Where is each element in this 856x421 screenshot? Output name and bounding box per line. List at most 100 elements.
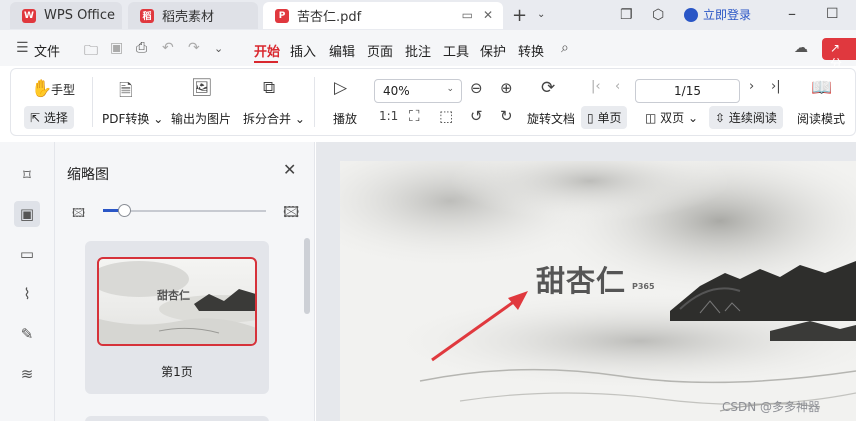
double-page-button[interactable]: ◫ 双页 ⌄ (645, 109, 698, 126)
wps-logo-icon: W (22, 8, 36, 23)
tab-wps-office[interactable]: W WPS Office (10, 2, 122, 29)
thumbnail-page-2[interactable] (85, 416, 269, 421)
menu-tools[interactable]: 工具 (443, 41, 469, 60)
menu-convert[interactable]: 转换 (518, 41, 544, 60)
print-icon[interactable]: ⎙ (136, 40, 147, 56)
share-button[interactable]: ↗ 分 (822, 38, 856, 71)
export-image-button[interactable]: 输出为图片 (171, 110, 231, 127)
actual-size-icon[interactable]: 1:1 (379, 109, 398, 123)
document-viewer: 甜杏仁 P365 (316, 142, 856, 421)
left-sidebar: ⌑ ▣ ▭ ⌇ ✎ ≋ (0, 142, 55, 421)
split-merge-button[interactable]: 拆分合并 ⌄ (243, 110, 305, 127)
panel-title: 缩略图 (67, 167, 109, 183)
docer-logo-icon: 稻 (140, 8, 154, 23)
tab-pdf-document[interactable]: P 苦杏仁.pdf ▭ ✕ (263, 2, 503, 29)
pdf-convert-icon: 🗎 (119, 81, 133, 101)
save-icon[interactable]: ▣ (110, 40, 123, 56)
cube-icon[interactable]: ⬡ (652, 7, 664, 23)
menu-annotate[interactable]: 批注 (405, 41, 431, 60)
panel-scrollbar[interactable] (304, 238, 310, 314)
zoom-out-icon[interactable]: ⊖ (470, 79, 483, 97)
continuous-icon: ⇳ (715, 111, 726, 125)
active-tab-indicator (254, 61, 278, 63)
zoom-select[interactable]: 40% ⌄ (374, 79, 462, 103)
book-icon: 📖 (811, 78, 833, 98)
menu-file[interactable]: 文件 (34, 41, 60, 60)
slider-handle[interactable] (118, 204, 131, 217)
chevron-down-icon[interactable]: ⌄ (214, 42, 223, 55)
avatar-icon (684, 7, 698, 22)
page-number-input[interactable]: 1/15 (635, 79, 740, 103)
pdf-convert-button[interactable]: PDF转换 ⌄ (102, 110, 163, 127)
rotate-doc-icon: ⟳ (541, 78, 556, 98)
menu-insert[interactable]: 插入 (290, 41, 316, 60)
menu-page[interactable]: 页面 (367, 41, 393, 60)
chevron-down-icon[interactable]: ⌄ (537, 9, 545, 20)
tab-label: 苦杏仁.pdf (297, 10, 362, 25)
search-icon[interactable]: ⌕ (561, 40, 569, 56)
close-icon[interactable]: ✕ (283, 160, 296, 179)
new-tab-button[interactable]: + (512, 5, 527, 26)
single-page-button[interactable]: ▯ 单页 (581, 106, 628, 129)
large-image-icon[interactable]: 🖾 (283, 202, 299, 227)
last-page-icon[interactable]: ›| (771, 79, 781, 94)
cursor-icon: ⇱ (30, 111, 41, 125)
menu-edit[interactable]: 编辑 (329, 41, 355, 60)
split-merge-icon: ⧉ (263, 78, 276, 98)
close-tab-icon[interactable]: ✕ (483, 8, 493, 22)
layers-icon[interactable]: ≋ (14, 361, 40, 387)
watermark: CSDN @多多神器 (722, 400, 821, 414)
title-bar: W WPS Office 稻 稻壳素材 P 苦杏仁.pdf ▭ ✕ + ⌄ ❐ ⬡… (0, 0, 856, 30)
tab-label: WPS Office (44, 8, 116, 23)
play-icon: ▷ (334, 78, 348, 98)
document-subtitle: P365 (632, 282, 655, 291)
continuous-label: 连续阅读 (728, 111, 777, 125)
signature-icon[interactable]: ✎ (14, 321, 40, 347)
attachment-icon[interactable]: ⌇ (14, 281, 40, 307)
tab-label: 稻壳素材 (162, 10, 215, 25)
hamburger-icon[interactable]: ☰ (16, 40, 29, 56)
maximize-icon[interactable]: ☐ (826, 6, 839, 22)
prev-page-icon[interactable]: ‹ (615, 79, 620, 94)
zoom-in-icon[interactable]: ⊕ (500, 79, 513, 97)
pdf-convert-label: PDF转换 (102, 112, 150, 126)
divider (314, 77, 315, 127)
reading-mode-button[interactable]: 阅读模式 (797, 110, 845, 127)
menu-start[interactable]: 开始 (254, 41, 280, 60)
window-mode-icon[interactable]: ▭ (462, 8, 473, 22)
minimize-icon[interactable]: – (788, 4, 796, 23)
window-switch-icon[interactable]: ❐ (620, 7, 633, 23)
rotate-doc-button[interactable]: 旋转文档 (527, 110, 575, 127)
first-page-icon[interactable]: |‹ (591, 79, 601, 94)
select-tool-button[interactable]: ⇱ 选择 (24, 106, 74, 129)
redo-icon[interactable]: ↷ (188, 40, 200, 56)
chevron-down-icon: ⌄ (446, 84, 454, 94)
comment-icon[interactable]: ▭ (14, 241, 40, 267)
document-title: 甜杏仁 (536, 264, 627, 298)
rotate-left-icon[interactable]: ↺ (470, 107, 483, 125)
undo-icon[interactable]: ↶ (162, 40, 174, 56)
thumbnail-preview: 甜杏仁 (97, 257, 257, 346)
thumbnail-icon[interactable]: ▣ (14, 201, 40, 227)
login-button[interactable]: 立即登录 (684, 6, 751, 23)
bookmark-icon[interactable]: ⌑ (14, 162, 40, 188)
single-page-label: 单页 (597, 111, 622, 125)
continuous-read-button[interactable]: ⇳ 连续阅读 (709, 106, 783, 129)
small-image-icon[interactable]: 🖾 (72, 204, 85, 225)
page-value: 1/15 (674, 84, 701, 98)
double-page-icon: ◫ (645, 111, 657, 125)
play-button[interactable]: 播放 (333, 110, 357, 127)
cloud-icon[interactable]: ☁ (794, 40, 808, 56)
fit-width-icon[interactable]: ⬚ (439, 107, 453, 125)
rotate-right-icon[interactable]: ↻ (500, 107, 513, 125)
open-folder-icon[interactable]: 🗀 (84, 40, 98, 64)
select-label: 选择 (43, 111, 68, 125)
hand-tool-button[interactable]: 手型 (51, 81, 75, 98)
thumbnail-page-1[interactable]: 甜杏仁 第1页 (85, 241, 269, 394)
menu-protect[interactable]: 保护 (480, 41, 506, 60)
hand-icon: ✋ (31, 79, 53, 99)
fit-page-icon[interactable]: ⛶ (409, 107, 420, 125)
tab-docer-material[interactable]: 稻 稻壳素材 (128, 2, 258, 29)
split-merge-label: 拆分合并 (243, 112, 292, 126)
next-page-icon[interactable]: › (749, 79, 754, 94)
